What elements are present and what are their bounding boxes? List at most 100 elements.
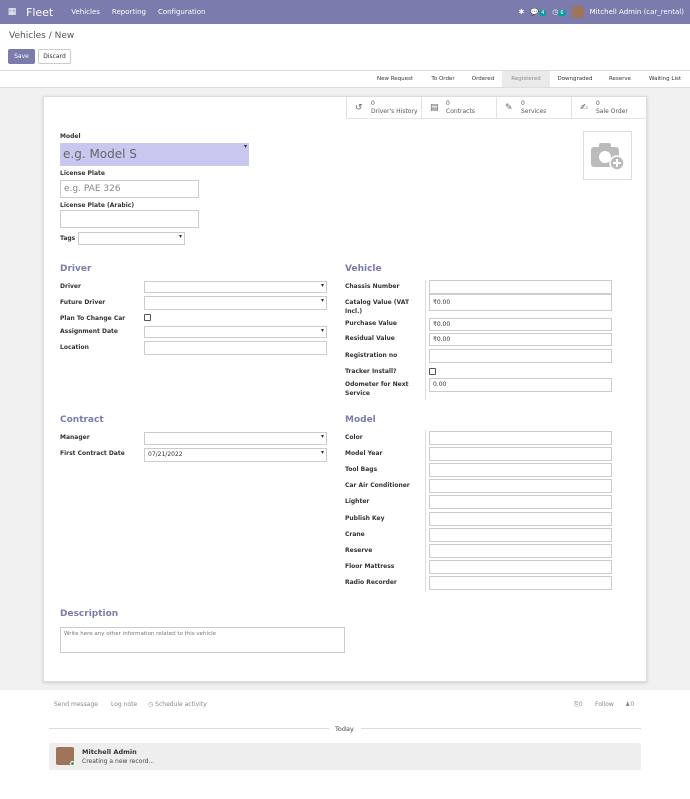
description-title: Description — [60, 609, 119, 619]
contracts-button[interactable]: ▤ 0 Contracts — [421, 97, 496, 119]
separator-line-left — [49, 728, 329, 729]
model-section-title: Model — [345, 415, 376, 425]
app-brand[interactable]: Fleet — [26, 6, 53, 19]
chat-count-badge: 4 — [539, 10, 547, 16]
residual-value-label: Residual Value — [345, 335, 395, 342]
breadcrumb[interactable]: Vehicles / New — [9, 31, 74, 41]
publish-key-input[interactable] — [429, 512, 612, 526]
send-message-button[interactable]: Send message — [54, 701, 98, 708]
menu-configuration[interactable]: Configuration — [158, 8, 205, 16]
log-note-button[interactable]: Log note — [111, 701, 137, 708]
odometer-input[interactable]: 0.00 — [429, 378, 612, 392]
menu-vehicles[interactable]: Vehicles — [71, 8, 100, 16]
sale-order-button[interactable]: ✍ 0 Sale Order — [571, 97, 646, 119]
stage-new-request[interactable]: New Request — [368, 71, 422, 87]
chassis-number-label: Chassis Number — [345, 283, 400, 290]
purchase-value-label: Purchase Value — [345, 320, 397, 327]
reserve-label: Reserve — [345, 547, 373, 554]
vehicle-image-upload[interactable] — [583, 131, 632, 180]
message-body: Creating a new record... — [82, 758, 155, 765]
odometer-label: Odometer for Next Service — [345, 381, 409, 397]
registration-no-input[interactable] — [429, 349, 612, 363]
apps-menu-icon[interactable]: ▦ — [4, 7, 20, 17]
assignment-date-label: Assignment Date — [60, 328, 118, 335]
attachments-button[interactable]: ⎘0 — [574, 701, 583, 709]
services-button[interactable]: ✎ 0 Services — [496, 97, 571, 119]
edit-icon: ✍ — [580, 103, 588, 113]
chatter: Send message Log note ◷ Schedule activit… — [0, 690, 690, 799]
floor-mattress-input[interactable] — [429, 560, 612, 574]
tags-label: Tags — [60, 235, 76, 242]
services-label: Services — [521, 108, 547, 115]
followers-button[interactable]: ♟0 — [625, 701, 634, 708]
schedule-activity-button[interactable]: ◷ Schedule activity — [148, 701, 207, 708]
crane-label: Crane — [345, 531, 365, 538]
driver-label: Driver — [60, 283, 81, 290]
tool-bags-label: Tool Bags — [345, 466, 378, 473]
drivers-history-count: 0 — [371, 100, 375, 107]
license-plate-label: License Plate — [60, 170, 105, 177]
history-icon: ↺ — [355, 103, 363, 113]
license-plate-input[interactable]: e.g. PAE 326 — [60, 180, 199, 198]
future-driver-input[interactable] — [144, 296, 327, 310]
manager-input[interactable] — [144, 432, 327, 445]
services-count: 0 — [521, 100, 525, 107]
control-panel: Vehicles / New Save Discard — [0, 24, 690, 71]
save-button[interactable]: Save — [8, 49, 35, 64]
location-input[interactable] — [144, 341, 327, 355]
catalog-value-input[interactable]: ₹0.00 — [429, 294, 612, 311]
assignment-date-input[interactable] — [144, 326, 327, 338]
crane-input[interactable] — [429, 528, 612, 542]
follow-button[interactable]: Follow — [595, 701, 614, 708]
vehicle-divider — [425, 280, 426, 400]
license-plate-arabic-input[interactable] — [60, 210, 199, 228]
stage-to-order[interactable]: To Order — [422, 71, 464, 87]
wrench-icon: ✎ — [505, 103, 513, 113]
lighter-input[interactable] — [429, 495, 612, 509]
first-contract-date-label: First Contract Date — [60, 450, 125, 457]
menu-reporting[interactable]: Reporting — [112, 8, 146, 16]
car-air-conditioner-input[interactable] — [429, 479, 612, 493]
user-name[interactable]: Mitchell Admin (car_rental) — [590, 8, 684, 16]
stage-registered[interactable]: Registered — [502, 71, 550, 87]
chat-icon[interactable]: 💬 4 — [530, 8, 547, 16]
stage-waiting-list[interactable]: Waiting List — [640, 71, 690, 87]
model-divider — [425, 430, 426, 592]
stage-reserve[interactable]: Reserve — [600, 71, 640, 87]
camera-icon — [590, 142, 625, 171]
plan-to-change-car-checkbox[interactable] — [144, 314, 151, 321]
model-field[interactable]: e.g. Model S — [60, 143, 249, 166]
contracts-label: Contracts — [446, 108, 475, 115]
tracker-install-checkbox[interactable] — [429, 368, 436, 375]
sale-order-label: Sale Order — [596, 108, 628, 115]
chatter-message: Mitchell Admin Creating a new record... — [49, 743, 641, 770]
catalog-value: ₹0.00 — [433, 299, 451, 306]
separator-line-right — [361, 728, 641, 729]
activity-icon[interactable]: ◷ 6 — [552, 8, 566, 16]
first-contract-date: 07/21/2022 — [148, 451, 183, 458]
chassis-number-input[interactable] — [429, 280, 612, 294]
book-icon: ▤ — [430, 103, 439, 113]
first-contract-date-input[interactable]: 07/21/2022 — [144, 448, 327, 462]
smart-buttons: ↺ 0 Driver's History ▤ 0 Contracts ✎ 0 S… — [346, 97, 646, 119]
purchase-value-input[interactable]: ₹0.00 — [429, 318, 612, 331]
residual-value-input[interactable]: ₹0.00 — [429, 333, 612, 346]
registration-no-label: Registration no — [345, 352, 398, 359]
followers-count: 0 — [630, 701, 635, 708]
model-year-input[interactable] — [429, 447, 612, 461]
tool-bags-input[interactable] — [429, 463, 612, 477]
radio-recorder-input[interactable] — [429, 576, 612, 590]
bug-icon[interactable]: ✱ — [519, 8, 525, 16]
driver-input[interactable] — [144, 281, 327, 293]
contract-section-title: Contract — [60, 415, 104, 425]
stage-ordered[interactable]: Ordered — [464, 71, 502, 87]
tags-input[interactable] — [78, 232, 185, 245]
reserve-input[interactable] — [429, 544, 612, 558]
drivers-history-button[interactable]: ↺ 0 Driver's History — [346, 97, 421, 119]
color-input[interactable] — [429, 431, 612, 445]
user-avatar[interactable] — [571, 6, 584, 18]
odometer-value: 0.00 — [433, 381, 447, 388]
description-textarea[interactable]: Write here any other information related… — [60, 627, 345, 653]
stage-downgraded[interactable]: Downgraded — [550, 71, 600, 87]
discard-button[interactable]: Discard — [38, 49, 71, 64]
